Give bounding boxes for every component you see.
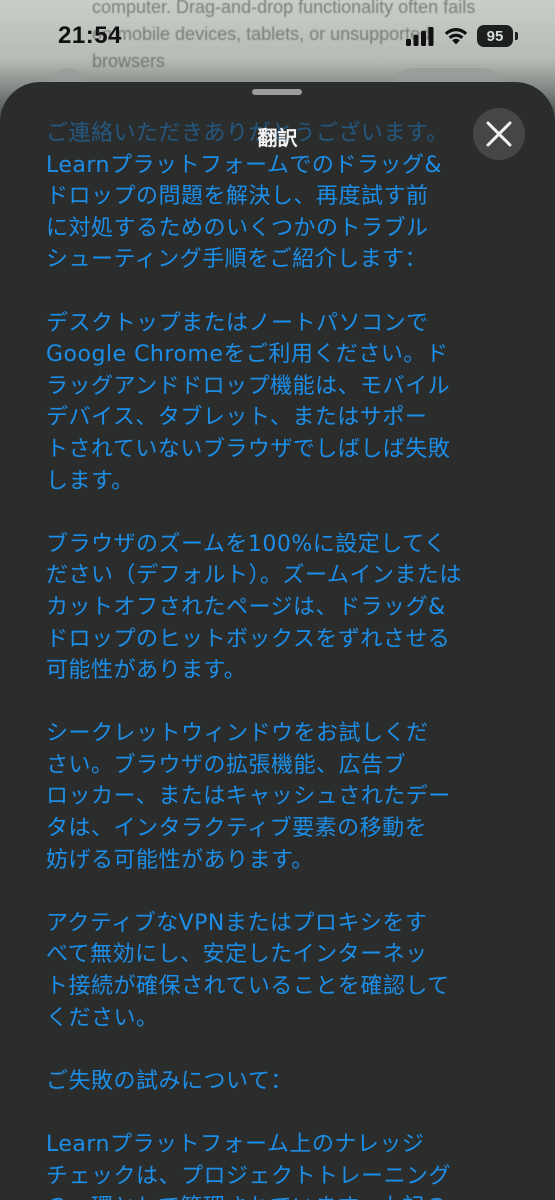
battery-cap xyxy=(515,32,518,40)
close-button[interactable] xyxy=(473,108,525,160)
translation-sheet: ご連絡いただきありがとうございます。 Learnプラットフォームでのドラッグ& … xyxy=(0,82,555,1200)
screen: computer. Drag-and-drop functionality of… xyxy=(0,0,555,1200)
translation-paragraph: シークレットウィンドウをお試しくだ さい。ブラウザの拡張機能、広告ブ ロッカー、… xyxy=(46,721,451,873)
wifi-icon xyxy=(444,28,468,45)
battery-level: 95 xyxy=(477,25,513,47)
sheet-grabber[interactable] xyxy=(252,89,302,95)
sheet-title: 翻訳 xyxy=(257,126,298,150)
cellular-signal-icon xyxy=(406,27,434,46)
close-icon xyxy=(486,121,512,147)
translation-paragraph: ブラウザのズームを100%に設定してく ださい（デフォルト）。ズームインまたは … xyxy=(46,531,462,684)
battery-icon: 95 xyxy=(477,25,519,47)
translation-paragraph: デスクトップまたはノートパソコンで Google Chromeをご利用ください。… xyxy=(46,310,451,494)
status-time: 21:54 xyxy=(58,22,122,49)
translation-content: ご連絡いただきありがとうございます。 Learnプラットフォームでのドラッグ& … xyxy=(46,118,516,1200)
translation-paragraph: ご失敗の試みについて： xyxy=(46,1068,293,1094)
translation-paragraph: Learnプラットフォーム上のナレッジ チェックは、プロジェクトトレーニング の… xyxy=(46,1132,452,1200)
translation-paragraph: アクティブなVPNまたはプロキシをす べて無効にし、安定したインターネッ ト接続… xyxy=(46,910,450,1031)
status-bar: 21:54 95 xyxy=(0,0,555,72)
translation-paragraph: Learnプラットフォームでのドラッグ& ドロップの問題を解決し、再度試す前 に… xyxy=(46,152,442,273)
